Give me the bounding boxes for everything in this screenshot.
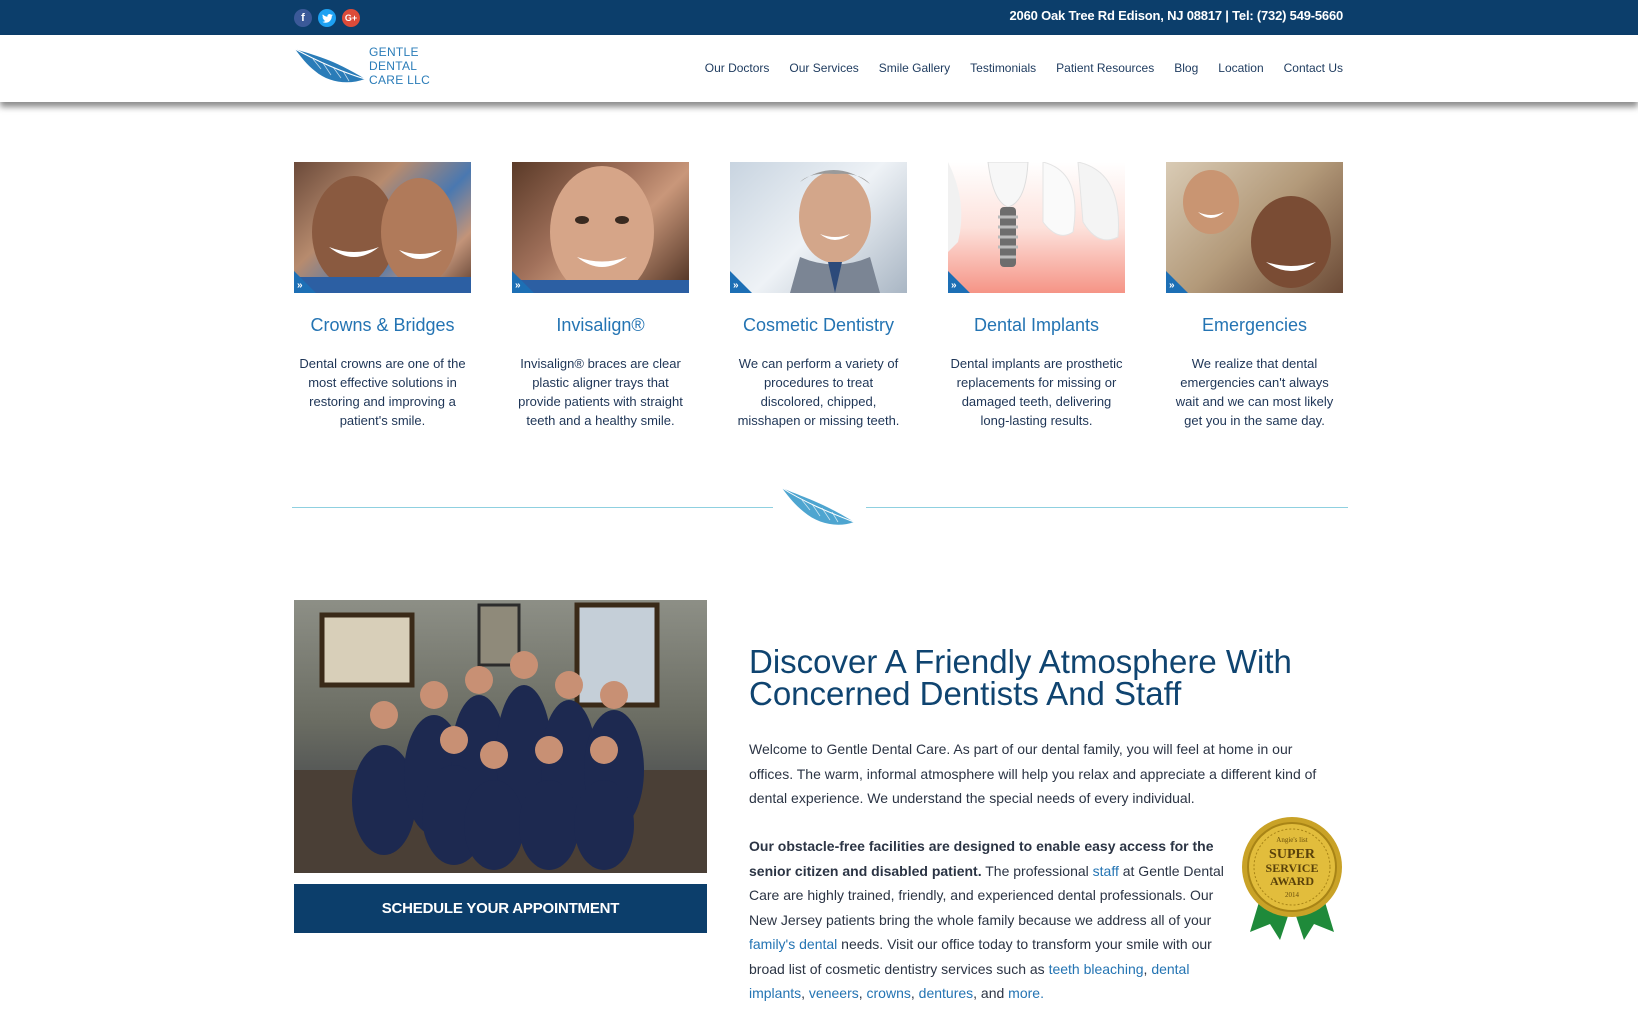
about-title-line-2: Concerned Dentists And Staff	[749, 675, 1182, 712]
chevron-right-icon: »	[733, 280, 739, 291]
divider-line-left	[292, 507, 773, 508]
facebook-icon[interactable]: f	[294, 9, 312, 27]
chevron-right-icon: »	[515, 280, 521, 291]
teeth-bleaching-link[interactable]: teeth bleaching	[1049, 961, 1144, 977]
service-crowns-bridges: » Crowns & Bridges Dental crowns are one…	[294, 162, 471, 430]
nav-smile-gallery[interactable]: Smile Gallery	[879, 61, 950, 75]
service-photo[interactable]: »	[1166, 162, 1343, 293]
chevron-right-icon: »	[297, 280, 303, 291]
text-segment: The professional	[981, 862, 1093, 879]
service-description: We realize that dental emergencies can't…	[1175, 356, 1334, 428]
service-emergencies: » Emergencies We realize that dental eme…	[1166, 162, 1343, 430]
main-nav: Our Doctors Our Services Smile Gallery T…	[705, 61, 1343, 75]
service-description: Dental implants are prosthetic replaceme…	[950, 356, 1123, 428]
family-dental-link[interactable]: family's dental	[749, 936, 837, 952]
separator: ,	[858, 985, 867, 1001]
service-title[interactable]: Crowns & Bridges	[294, 315, 471, 336]
crowns-link[interactable]: crowns	[867, 985, 911, 1001]
award-line-2: SERVICE	[1266, 861, 1319, 875]
nav-patient-resources[interactable]: Patient Resources	[1056, 61, 1154, 75]
nav-our-doctors[interactable]: Our Doctors	[705, 61, 770, 75]
top-bar: f G+ 2060 Oak Tree Rd Edison, NJ 08817 |…	[0, 0, 1638, 35]
service-dental-implants: » Dental Implants Dental implants are pr…	[948, 162, 1125, 430]
about-title: Discover A Friendly Atmosphere With Conc…	[749, 645, 1309, 712]
nav-contact-us[interactable]: Contact Us	[1284, 61, 1343, 75]
service-cosmetic-dentistry: » Cosmetic Dentistry We can perform a va…	[730, 162, 907, 430]
separator: ,	[801, 985, 809, 1001]
more-link[interactable]: more.	[1008, 985, 1044, 1001]
nav-blog[interactable]: Blog	[1174, 61, 1198, 75]
google-plus-icon[interactable]: G+	[342, 9, 360, 27]
service-photo[interactable]: »	[948, 162, 1125, 293]
address-phone: 2060 Oak Tree Rd Edison, NJ 08817 | Tel:…	[1009, 8, 1344, 23]
service-photo[interactable]: »	[512, 162, 689, 293]
divider-line-right	[866, 507, 1348, 508]
text-segment: , and	[973, 985, 1009, 1001]
service-description: Invisalign® braces are clear plastic ali…	[518, 356, 683, 428]
service-description: Dental crowns are one of the most effect…	[299, 356, 466, 428]
staff-link[interactable]: staff	[1093, 863, 1119, 879]
dentures-link[interactable]: dentures	[919, 985, 973, 1001]
about-intro-paragraph: Welcome to Gentle Dental Care. As part o…	[749, 741, 1317, 806]
nav-testimonials[interactable]: Testimonials	[970, 61, 1036, 75]
service-title[interactable]: Invisalign®	[512, 315, 689, 336]
chevron-right-icon: »	[951, 280, 957, 291]
chevron-right-icon: »	[1169, 280, 1175, 291]
schedule-appointment-button[interactable]: SCHEDULE YOUR APPOINTMENT	[294, 884, 707, 933]
logo-line-3: CARE LLC	[369, 73, 431, 87]
social-links: f G+	[294, 9, 360, 27]
service-title[interactable]: Dental Implants	[948, 315, 1125, 336]
team-photo	[294, 600, 707, 873]
service-invisalign: » Invisalign® Invisalign® braces are cle…	[512, 162, 689, 430]
nav-our-services[interactable]: Our Services	[789, 61, 858, 75]
super-service-award-badge: Angie's list SUPER SERVICE AWARD 2014	[1242, 817, 1342, 940]
nav-location[interactable]: Location	[1218, 61, 1263, 75]
service-title[interactable]: Cosmetic Dentistry	[730, 315, 907, 336]
service-photo[interactable]: »	[730, 162, 907, 293]
award-line-3: AWARD	[1270, 874, 1314, 888]
logo-text: GENTLE DENTAL CARE LLC	[369, 45, 430, 87]
logo[interactable]: GENTLE DENTAL CARE LLC	[293, 45, 430, 87]
award-top-text: Angie's list	[1276, 836, 1307, 844]
about-facilities-paragraph: Our obstacle-free facilities are designe…	[749, 834, 1224, 1006]
feather-divider-icon	[781, 487, 855, 525]
service-photo[interactable]: »	[294, 162, 471, 293]
veneers-link[interactable]: veneers	[809, 985, 859, 1001]
logo-line-1: GENTLE	[369, 45, 419, 59]
twitter-icon[interactable]	[318, 9, 336, 27]
separator: ,	[910, 985, 919, 1001]
award-year: 2014	[1285, 891, 1300, 899]
service-description: We can perform a variety of procedures t…	[737, 356, 900, 428]
logo-line-2: DENTAL	[369, 59, 418, 73]
feather-logo-icon	[294, 48, 366, 83]
service-title[interactable]: Emergencies	[1166, 315, 1343, 336]
site-header: GENTLE DENTAL CARE LLC Our Doctors Our S…	[0, 35, 1638, 102]
award-line-1: SUPER	[1269, 847, 1316, 862]
